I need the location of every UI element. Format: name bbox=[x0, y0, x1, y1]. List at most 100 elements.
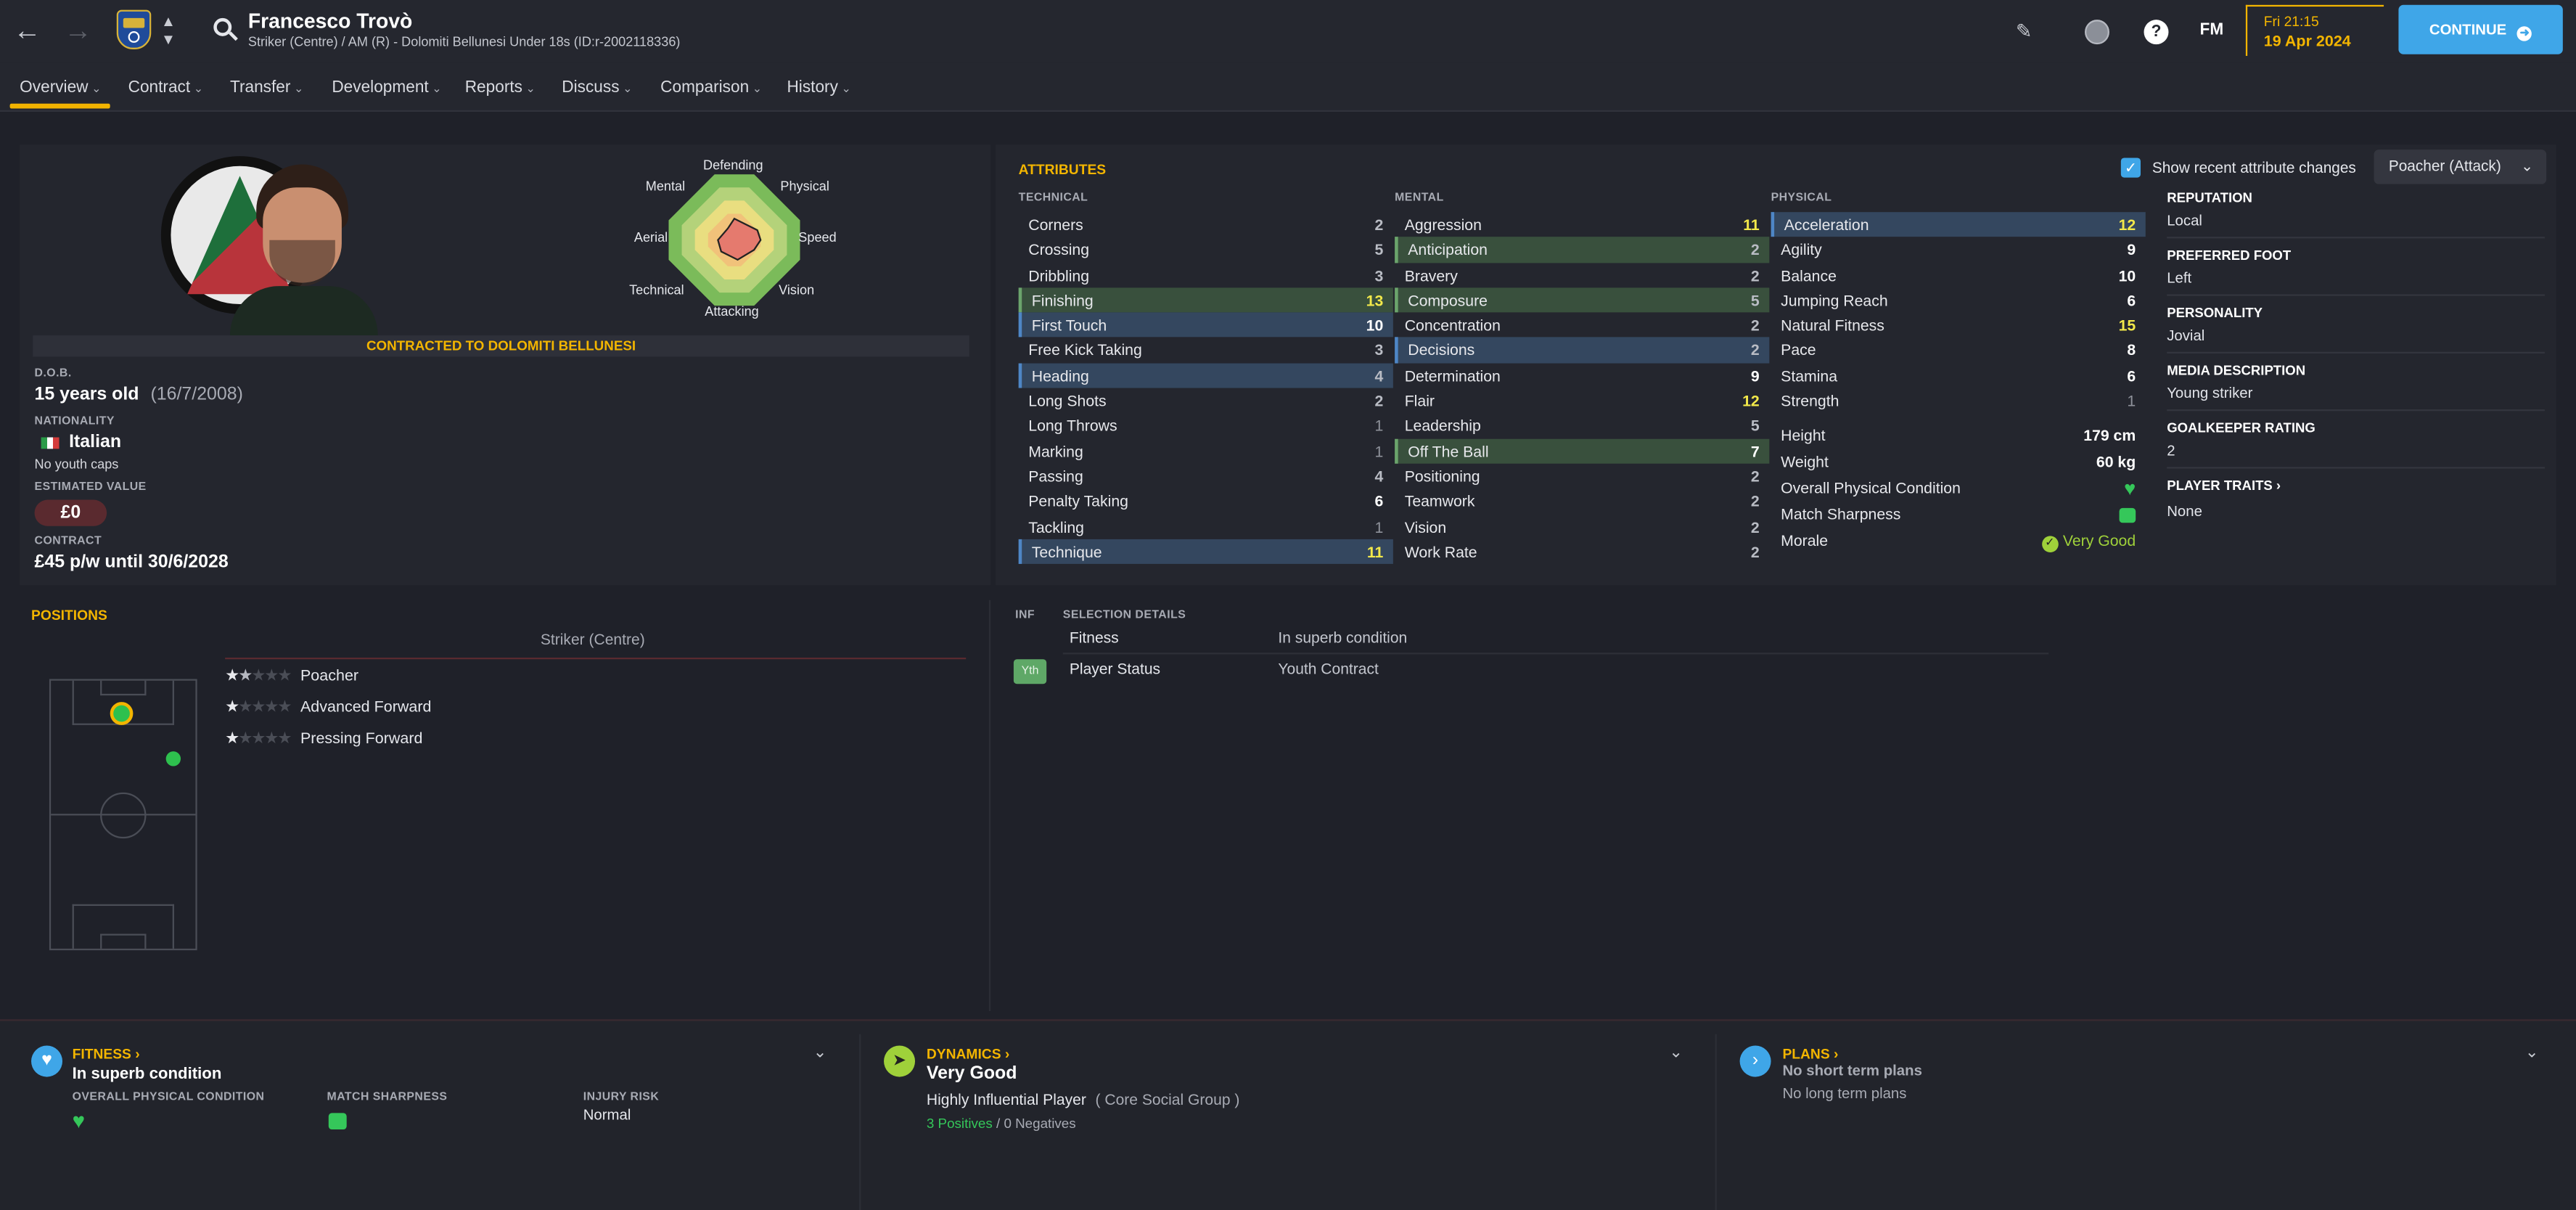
role-name: Advanced Forward bbox=[300, 698, 432, 717]
attribute-row-technical[interactable]: Finishing 13 bbox=[1018, 287, 1393, 313]
positions-title: POSITIONS bbox=[31, 606, 107, 624]
nationality-label: NATIONALITY bbox=[34, 416, 115, 428]
chevron-down-icon[interactable]: ▼ bbox=[161, 31, 176, 48]
expand-fitness-chevron-icon[interactable]: ⌄ bbox=[813, 1044, 827, 1062]
attribute-name: First Touch bbox=[1031, 316, 1107, 335]
foot-label: PREFERRED FOOT bbox=[2167, 248, 2292, 263]
attribute-row-mental[interactable]: Concentration 2 bbox=[1395, 313, 1769, 338]
attribute-row-mental[interactable]: Flair 12 bbox=[1395, 388, 1769, 414]
player-traits-link[interactable]: PLAYER TRAITS › bbox=[2167, 478, 2545, 493]
chevron-down-icon: ⌄ bbox=[293, 83, 304, 96]
show-changes-label: Show recent attribute changes bbox=[2152, 159, 2356, 176]
tab-contract[interactable]: Contract ⌄ bbox=[128, 62, 203, 112]
tab-transfer[interactable]: Transfer ⌄ bbox=[230, 62, 303, 112]
expand-dynamics-chevron-icon[interactable]: ⌄ bbox=[1669, 1044, 1683, 1062]
attribute-name: Jumping Reach bbox=[1781, 290, 1888, 309]
youth-badge: Yth bbox=[1013, 659, 1047, 684]
physical-condition-row: Overall Physical Condition ♥ bbox=[1781, 475, 2139, 502]
show-changes-checkbox[interactable]: ✓ bbox=[2120, 158, 2141, 178]
attribute-row-mental[interactable]: Positioning 2 bbox=[1395, 464, 1769, 489]
attribute-row-mental[interactable]: Anticipation 2 bbox=[1395, 237, 1770, 263]
forward-arrow-icon[interactable]: → bbox=[64, 15, 91, 47]
date-box[interactable]: Fri 21:15 19 Apr 2024 bbox=[2245, 4, 2384, 57]
tab-discuss[interactable]: Discuss ⌄ bbox=[562, 62, 632, 112]
attribute-row-technical[interactable]: Corners 2 bbox=[1019, 212, 1393, 237]
attribute-value: 4 bbox=[1374, 366, 1384, 385]
attribute-value: 2 bbox=[1750, 240, 1760, 259]
continue-button[interactable]: CONTINUE ➜ bbox=[2398, 4, 2563, 54]
plans-link[interactable]: PLANS › bbox=[1782, 1046, 1838, 1063]
attribute-row-mental[interactable]: Teamwork 2 bbox=[1395, 489, 1769, 514]
attribute-row-mental[interactable]: Determination 9 bbox=[1395, 363, 1769, 388]
tab-reports[interactable]: Reports ⌄ bbox=[465, 62, 536, 112]
role-select[interactable]: Poacher (Attack) ⌄ bbox=[2374, 150, 2547, 184]
role-row[interactable]: ★★★★★ Poacher bbox=[225, 666, 718, 697]
attribute-value: 1 bbox=[2127, 391, 2136, 410]
attribute-row-physical[interactable]: Strength 1 bbox=[1771, 388, 2146, 414]
tab-comparison[interactable]: Comparison ⌄ bbox=[660, 62, 762, 112]
attribute-row-technical[interactable]: Long Shots 2 bbox=[1019, 388, 1393, 414]
attribute-value: 1 bbox=[1374, 517, 1384, 536]
attribute-row-technical[interactable]: First Touch 10 bbox=[1018, 312, 1393, 338]
attribute-row-technical[interactable]: Tackling 1 bbox=[1019, 514, 1393, 539]
media-value: Young striker bbox=[2167, 385, 2253, 401]
attribute-row-mental[interactable]: Vision 2 bbox=[1395, 514, 1769, 539]
attribute-row-mental[interactable]: Leadership 5 bbox=[1395, 413, 1769, 438]
attribute-name: Balance bbox=[1781, 266, 1837, 284]
attribute-row-technical[interactable]: Technique 11 bbox=[1018, 539, 1393, 565]
chevron-up-icon[interactable]: ▲ bbox=[161, 13, 176, 30]
attribute-row-technical[interactable]: Free Kick Taking 3 bbox=[1019, 338, 1393, 363]
attribute-row-physical[interactable]: Agility 9 bbox=[1771, 237, 2146, 263]
attribute-row-physical[interactable]: Balance 10 bbox=[1771, 262, 2146, 287]
attribute-row-technical[interactable]: Heading 4 bbox=[1018, 363, 1393, 388]
attribute-value: 2 bbox=[1750, 491, 1760, 510]
attribute-row-physical[interactable]: Acceleration 12 bbox=[1771, 212, 2146, 237]
help-icon[interactable]: ? bbox=[2144, 20, 2169, 45]
attribute-row-mental[interactable]: Composure 5 bbox=[1395, 287, 1770, 313]
attribute-row-technical[interactable]: Long Throws 1 bbox=[1019, 413, 1393, 438]
attribute-row-mental[interactable]: Bravery 2 bbox=[1395, 262, 1769, 287]
attribute-row-mental[interactable]: Aggression 11 bbox=[1395, 212, 1769, 237]
fm-menu-button[interactable]: FM bbox=[2199, 21, 2223, 39]
attribute-row-mental[interactable]: Work Rate 2 bbox=[1395, 539, 1769, 565]
negatives-link[interactable]: 0 Negatives bbox=[1004, 1115, 1075, 1132]
opc-label: OVERALL PHYSICAL CONDITION bbox=[72, 1091, 265, 1103]
tab-history[interactable]: History ⌄ bbox=[787, 62, 850, 112]
attribute-row-physical[interactable]: Stamina 6 bbox=[1771, 363, 2146, 388]
world-icon[interactable] bbox=[2085, 20, 2109, 45]
tab-overview[interactable]: Overview ⌄ bbox=[9, 62, 110, 112]
heart-icon: ♥ bbox=[72, 1108, 86, 1133]
attribute-name: Teamwork bbox=[1404, 491, 1475, 510]
attribute-row-physical[interactable]: Pace 8 bbox=[1771, 338, 2146, 363]
attribute-name: Leadership bbox=[1404, 416, 1481, 435]
attribute-row-technical[interactable]: Crossing 5 bbox=[1019, 237, 1393, 263]
attribute-row-technical[interactable]: Dribbling 3 bbox=[1019, 262, 1393, 287]
attribute-row-mental[interactable]: Off The Ball 7 bbox=[1395, 438, 1770, 464]
star-icon: ★ bbox=[251, 698, 266, 717]
attribute-row-physical[interactable]: Natural Fitness 15 bbox=[1771, 313, 2146, 338]
side-info: REPUTATION Local PREFERRED FOOT Left PER… bbox=[2167, 191, 2545, 520]
positives-link[interactable]: 3 Positives bbox=[927, 1115, 993, 1132]
attribute-row-technical[interactable]: Marking 1 bbox=[1019, 438, 1393, 464]
attribute-name: Aggression bbox=[1404, 215, 1482, 234]
club-badge-icon[interactable] bbox=[116, 9, 152, 49]
attribute-name: Positioning bbox=[1404, 467, 1480, 486]
attribute-row-technical[interactable]: Penalty Taking 6 bbox=[1019, 489, 1393, 514]
reputation-label: REPUTATION bbox=[2167, 190, 2252, 206]
edit-pencil-icon[interactable]: ✎ bbox=[2016, 20, 2033, 43]
role-row[interactable]: ★★★★★ Pressing Forward bbox=[225, 728, 718, 759]
tab-development[interactable]: Development ⌄ bbox=[332, 62, 441, 112]
attributes-title: ATTRIBUTES bbox=[1018, 160, 1107, 178]
dynamics-link[interactable]: DYNAMICS › bbox=[927, 1046, 1009, 1063]
chevron-down-icon: ⌄ bbox=[525, 83, 536, 96]
expand-plans-chevron-icon[interactable]: ⌄ bbox=[2525, 1044, 2539, 1062]
attribute-row-mental[interactable]: Decisions 2 bbox=[1395, 338, 1770, 364]
back-arrow-icon[interactable]: ← bbox=[13, 15, 41, 47]
attribute-row-physical[interactable]: Jumping Reach 6 bbox=[1771, 287, 2146, 313]
fitness-link[interactable]: FITNESS › bbox=[73, 1046, 140, 1063]
attribute-row-technical[interactable]: Passing 4 bbox=[1019, 464, 1393, 489]
value-badge[interactable]: £0 bbox=[34, 499, 107, 526]
sharpness-icon bbox=[2119, 507, 2136, 523]
attribute-value: 1 bbox=[1374, 416, 1384, 435]
role-row[interactable]: ★★★★★ Advanced Forward bbox=[225, 697, 718, 728]
